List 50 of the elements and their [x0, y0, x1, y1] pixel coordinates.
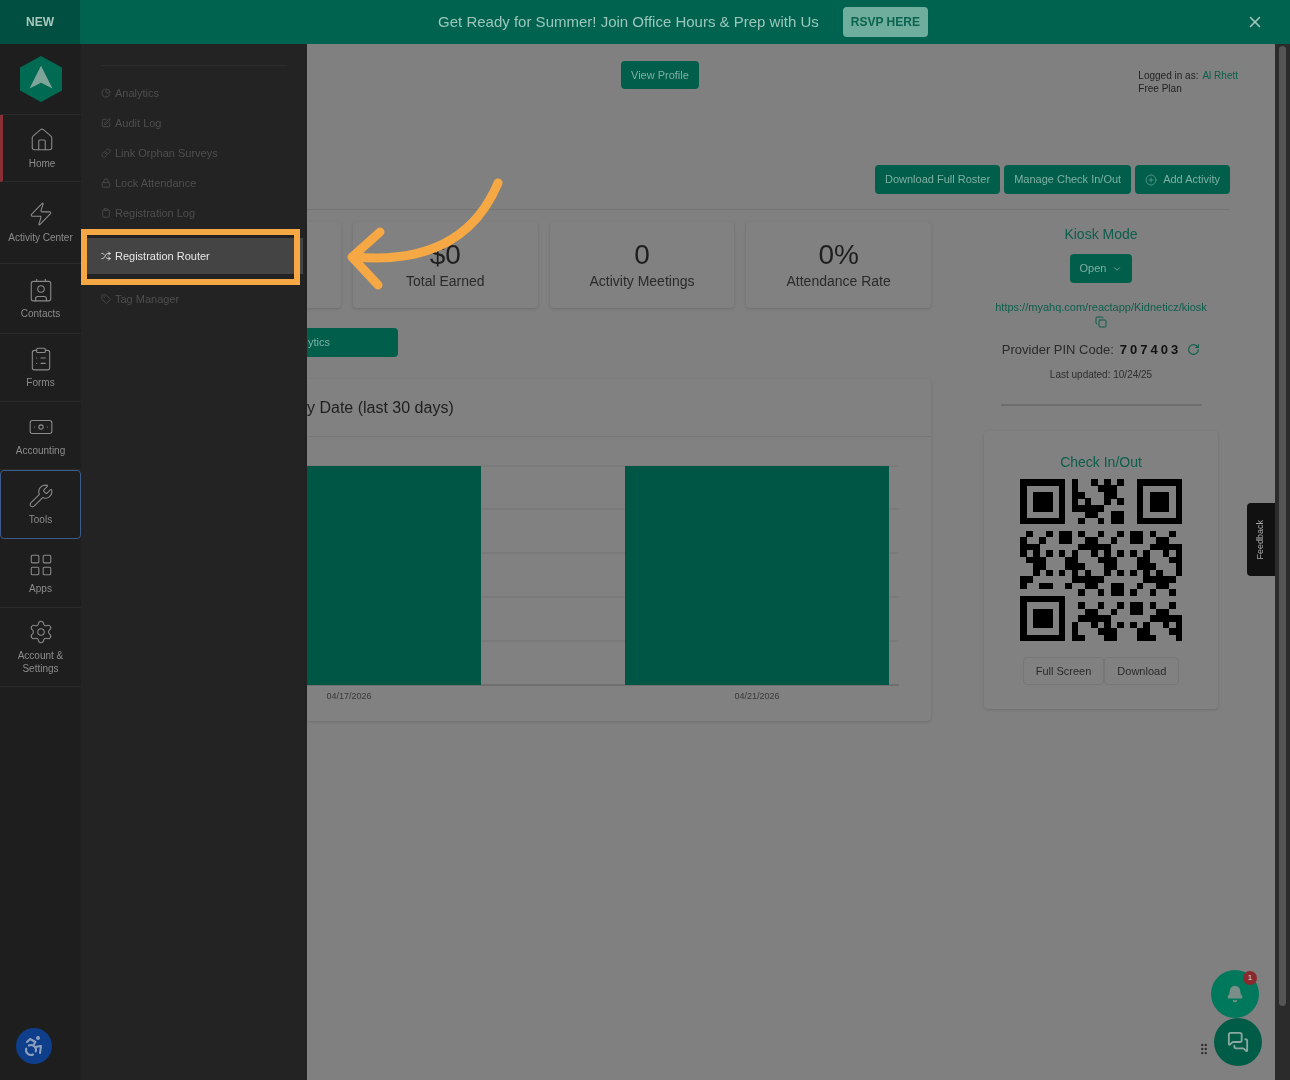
plus-circle-icon [1145, 173, 1158, 186]
action-button[interactable]: Manage Check In/Out [1004, 165, 1132, 194]
analytics-button[interactable]: ytics [307, 328, 398, 357]
new-tag: NEW [0, 0, 80, 44]
chat-button[interactable] [1214, 1018, 1262, 1066]
logo-icon [19, 56, 62, 102]
clipboard-icon [101, 208, 111, 218]
chart-title: y Date (last 30 days) [307, 397, 454, 418]
qr-action-button[interactable]: Download [1104, 657, 1180, 685]
logged-in-label: Logged in as: [1138, 69, 1199, 82]
stat-label: Activity Meetings [589, 271, 695, 291]
kiosk-link[interactable]: https://myahq.com/reactapp/Kidneticz/kiosk [995, 299, 1207, 316]
home-icon [29, 126, 55, 153]
kiosk-title: Kiosk Mode [1064, 225, 1138, 244]
open-dropdown-button[interactable]: Open [1069, 254, 1133, 283]
check-in-title: Check In/Out [1060, 453, 1142, 472]
notification-badge: 1 [1243, 971, 1257, 985]
rsvp-button[interactable]: RSVP HERE [842, 7, 928, 37]
axis-label: 04/17/2026 [326, 691, 372, 701]
view-profile-button[interactable]: View Profile [621, 61, 699, 89]
shuffle-icon [101, 251, 111, 261]
bell-icon [1226, 985, 1244, 1003]
pin-label: Provider PIN Code: [1001, 340, 1114, 359]
tag-icon [101, 294, 111, 304]
edit-icon [101, 118, 111, 128]
accessibility-button[interactable] [16, 1028, 52, 1064]
menu-item[interactable]: Registration Router [85, 238, 303, 274]
pie-chart-icon [101, 88, 111, 98]
refresh-icon[interactable] [1187, 342, 1201, 356]
lock-icon [101, 178, 111, 188]
banner-message: Get Ready for Summer! Join Office Hours & Prep with Us [438, 11, 819, 32]
plan-label: Free Plan [1138, 82, 1183, 95]
feedback-tab[interactable]: Feedback [1247, 503, 1275, 576]
action-button[interactable]: Add Activity [1135, 165, 1230, 194]
nav-item[interactable]: Tools [0, 470, 81, 539]
wrench-icon [27, 483, 54, 509]
stat-label: Total Earned [405, 271, 485, 291]
axis-label: 04/21/2026 [734, 691, 780, 701]
stat-label: Attendance Rate [786, 271, 891, 291]
last-updated-text: Last updated: 10/24/25 [1049, 368, 1153, 382]
link-icon [101, 148, 111, 158]
chat-icon [1227, 1031, 1249, 1053]
stat-value: 0 [634, 238, 650, 271]
user-link[interactable]: Al Rhett [1202, 69, 1238, 82]
stat-value: 0% [818, 238, 859, 271]
pin-code: 707403 [1119, 340, 1182, 359]
notification-button[interactable] [1211, 970, 1259, 1018]
copy-icon[interactable] [1095, 315, 1107, 328]
qr-action-button[interactable]: Full Screen [1022, 657, 1105, 685]
action-button[interactable]: Download Full Roster [874, 165, 1001, 194]
